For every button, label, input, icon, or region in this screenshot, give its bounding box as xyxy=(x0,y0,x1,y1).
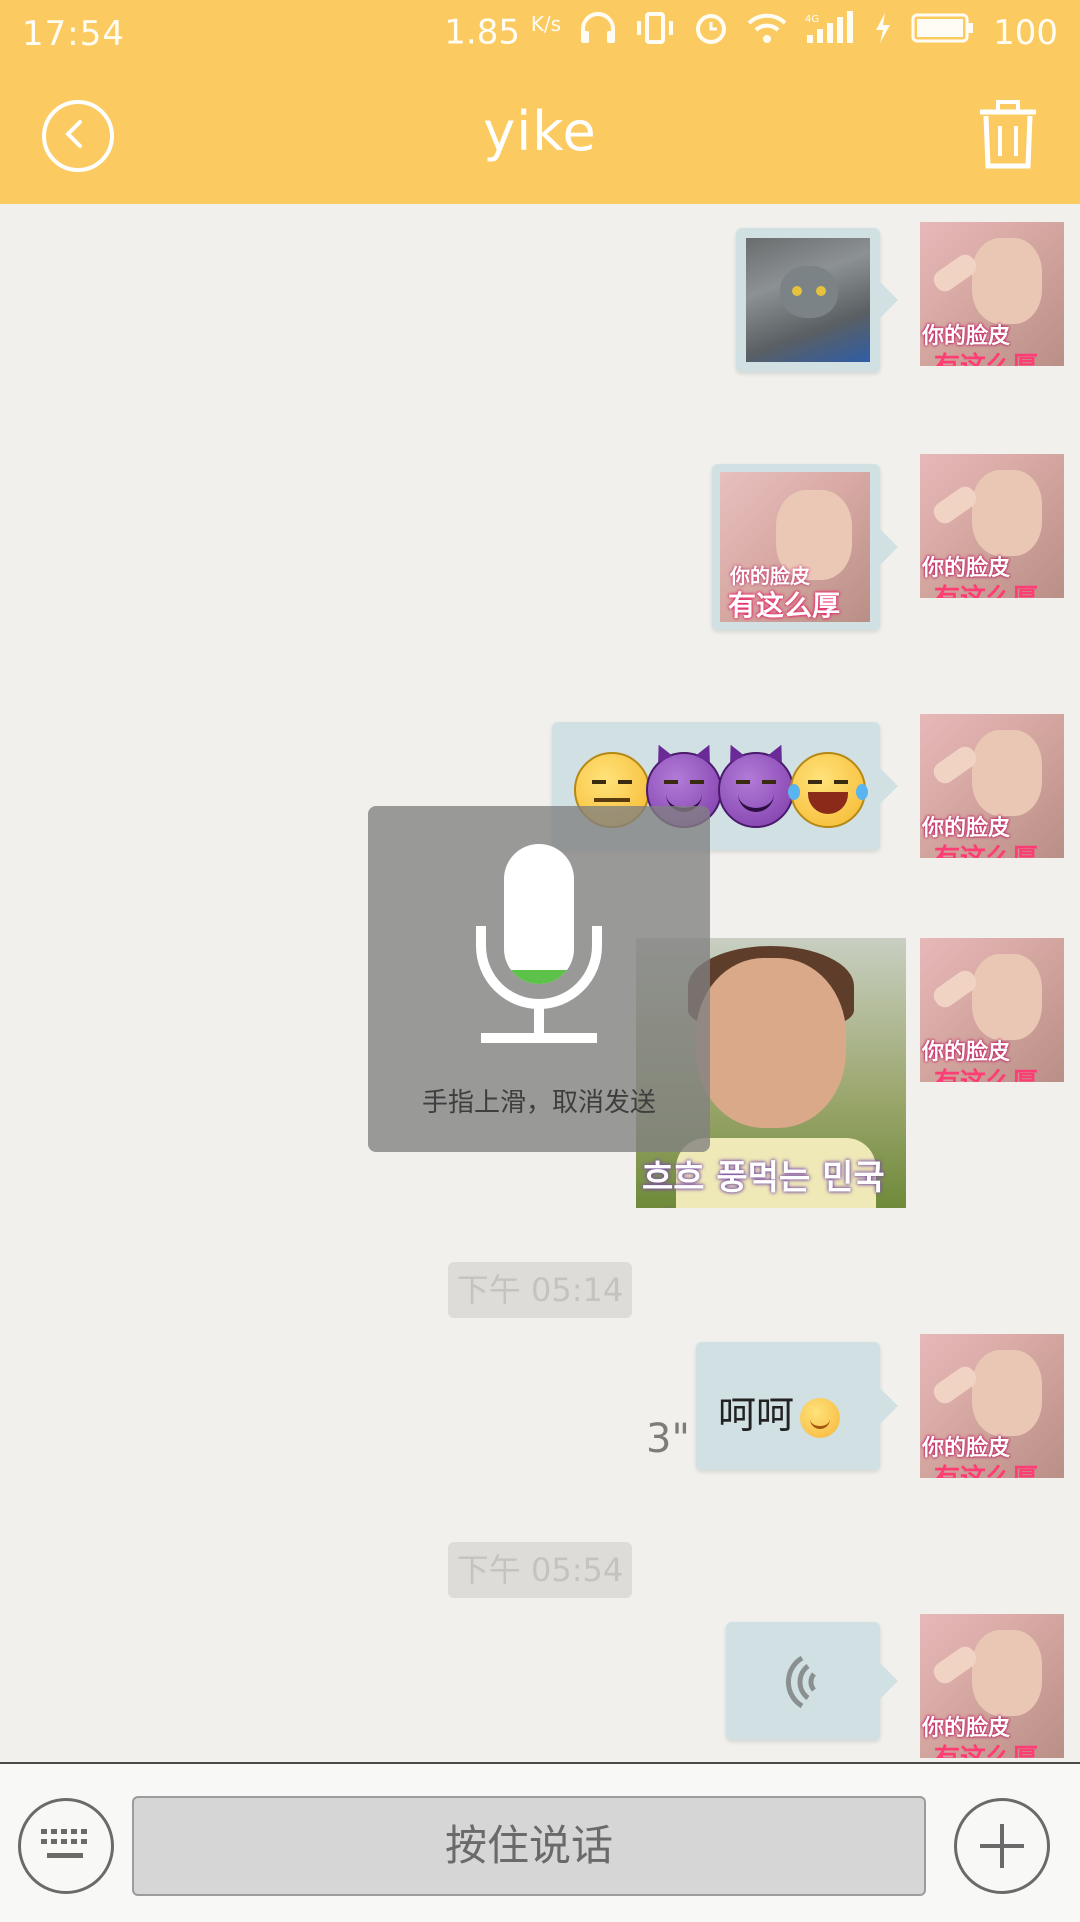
headphones-icon xyxy=(579,11,617,54)
text-message[interactable]: 呵呵 xyxy=(696,1342,898,1470)
keyboard-toggle-button[interactable] xyxy=(18,1798,114,1894)
avatar[interactable]: 你的脸皮 有这么厚 xyxy=(920,222,1064,366)
avatar-caption-2: 有这么厚 xyxy=(934,578,1038,598)
gif-caption: 흐흐 풍먹는 민국이 xyxy=(642,1158,885,1208)
tears-of-joy-emoji-icon xyxy=(788,752,868,828)
avatar-caption-2: 有这么厚 xyxy=(934,1458,1038,1478)
status-time: 17:54 xyxy=(22,14,125,54)
avatar[interactable]: 你的脸皮 有这么厚 xyxy=(920,1334,1064,1478)
voice-wave-icon xyxy=(785,1655,817,1709)
avatar[interactable]: 你的脸皮 有这么厚 xyxy=(920,714,1064,858)
keyboard-icon xyxy=(41,1829,87,1858)
avatar[interactable]: 你的脸皮 有这么厚 xyxy=(920,938,1064,1082)
text-message-content: 呵呵 xyxy=(718,1384,841,1439)
recording-overlay: 手指上滑，取消发送 xyxy=(368,806,710,1152)
delete-button[interactable] xyxy=(976,98,1040,174)
avatar-caption-2: 有这么厚 xyxy=(934,1738,1038,1758)
signal-icon: 4G xyxy=(805,11,855,54)
sticker-message[interactable]: 你的脸皮 有这么厚 xyxy=(712,464,898,630)
image-message[interactable] xyxy=(736,228,898,372)
avatar-caption-2: 有这么厚 xyxy=(934,346,1038,366)
battery-level: 100 xyxy=(993,12,1058,53)
more-options-button[interactable] xyxy=(954,1798,1050,1894)
smiling-devil-emoji-icon xyxy=(718,741,794,828)
avatar[interactable]: 你的脸皮 有这么厚 xyxy=(920,454,1064,598)
alarm-icon xyxy=(693,10,729,55)
status-bar: 17:54 1.85 K/s 4G 100 xyxy=(0,0,1080,68)
avatar-caption-2: 有这么厚 xyxy=(934,1062,1038,1082)
mic-icon xyxy=(476,844,602,1043)
network-speed: 1.85 K/s xyxy=(444,12,561,52)
sticker-caption-2: 有这么厚 xyxy=(728,589,841,622)
cat-image xyxy=(746,238,870,362)
sticker-image: 你的脸皮 有这么厚 xyxy=(720,472,870,622)
status-icons: 1.85 K/s 4G 100 xyxy=(444,10,1058,55)
plus-icon xyxy=(980,1824,1024,1868)
wifi-icon xyxy=(747,11,787,54)
text-message-text: 呵呵 xyxy=(718,1393,795,1437)
avatar[interactable]: 你的脸皮 有这么厚 xyxy=(920,1614,1064,1758)
avatar-caption-2: 有这么厚 xyxy=(934,838,1038,858)
timestamp: 下午 05:14 xyxy=(448,1262,632,1318)
chat-title: yike xyxy=(483,100,597,163)
vibrate-icon xyxy=(635,11,675,54)
svg-text:4G: 4G xyxy=(805,14,819,25)
hold-to-talk-button[interactable]: 按住说话 xyxy=(132,1796,926,1896)
voice-message[interactable] xyxy=(726,1622,898,1740)
charging-icon xyxy=(873,11,893,54)
network-speed-value: 1.85 xyxy=(444,12,520,53)
input-bar: 按住说话 xyxy=(0,1762,1080,1922)
battery-icon xyxy=(911,11,975,54)
timestamp: 下午 05:54 xyxy=(448,1542,632,1598)
voice-duration: 3" xyxy=(646,1416,690,1462)
cancel-hint: 手指上滑，取消发送 xyxy=(421,1088,656,1118)
trash-icon xyxy=(980,100,1036,169)
network-speed-unit: K/s xyxy=(530,12,562,37)
smiley-emoji-icon xyxy=(800,1397,841,1438)
top-bar: 17:54 1.85 K/s 4G 100 yike xyxy=(0,0,1080,204)
